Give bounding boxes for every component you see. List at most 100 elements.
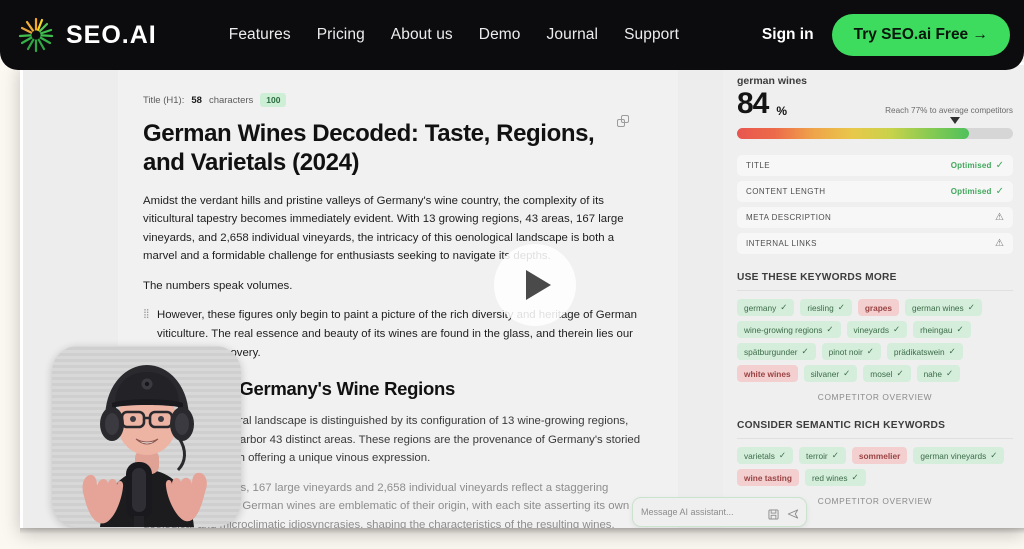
check-icon: ✓ [837, 302, 845, 312]
checklist-row-content-length[interactable]: CONTENT LENGTH Optimised ✓ [737, 181, 1013, 202]
checklist-status: ⚠ [995, 212, 1004, 223]
keyword-tag-label: german vineyards [920, 450, 987, 461]
checklist-status-text: Optimised [950, 161, 992, 170]
frame-bottom-shadow [20, 528, 1024, 534]
keyword-tag[interactable]: rheingau ✓ [913, 321, 971, 338]
semantic-keywords-heading: CONSIDER SEMANTIC RICH KEYWORDS [737, 420, 1013, 439]
keywords-more-tags: germany ✓ riesling ✓ grapes german wines ✓ … [737, 299, 1013, 382]
keyword-tag-label: spätburgunder [744, 346, 798, 357]
check-icon: ✓ [778, 450, 787, 460]
keyword-tag[interactable]: varietals ✓ [737, 447, 794, 464]
nav-link-pricing[interactable]: Pricing [317, 26, 365, 44]
keyword-tag[interactable]: pinot noir ✓ [821, 343, 881, 360]
keyword-tag-label: red wines [811, 472, 848, 483]
document-h1[interactable]: German Wines Decoded: Taste, Regions, an… [143, 119, 613, 178]
presenter-avatar [82, 364, 207, 527]
seo-score: 84 [737, 87, 769, 120]
drag-handle-icon[interactable]: ⣿ [143, 309, 150, 318]
nav-right: Sign in Try SEO.ai Free → [762, 14, 1010, 56]
keyword-tag-label: wine-growing regions [744, 324, 823, 335]
checklist-label: INTERNAL LINKS [746, 239, 817, 248]
chat-icons [768, 507, 799, 520]
keyword-tag-label: terroir [806, 450, 828, 461]
title-score-badge: 100 [260, 93, 287, 107]
checklist-label: TITLE [746, 161, 771, 170]
keyword-tag[interactable]: vineyards ✓ [846, 321, 908, 338]
keyword-tag-label: grapes [864, 302, 893, 313]
page-root: SEO.AI Features Pricing About us Demo Jo… [0, 0, 1024, 549]
check-icon: ✓ [956, 324, 964, 334]
score-bar [737, 117, 1013, 141]
send-icon[interactable] [787, 507, 799, 519]
keyword-tag-label: rheingau [920, 324, 953, 335]
keyword-tag[interactable]: wine tasting [737, 469, 799, 486]
keyword-tag[interactable]: red wines ✓ [804, 469, 866, 486]
check-icon: ✓ [995, 185, 1004, 197]
keyword-tag[interactable]: white wines [737, 365, 798, 382]
semantic-keywords-tags: varietals ✓ terroir ✓ sommelier german vin… [737, 447, 1013, 486]
keyword-tag-label: sommelier [858, 450, 901, 461]
seo-checklist: TITLE Optimised ✓ CONTENT LENGTH Optimis… [737, 155, 1013, 254]
keyword-tag[interactable]: riesling ✓ [800, 299, 852, 316]
title-meta: Title (H1): 58 characters 100 [143, 93, 653, 107]
check-icon: ✓ [826, 324, 834, 334]
check-icon: ✓ [896, 368, 904, 378]
check-icon: ✓ [946, 368, 954, 378]
save-icon[interactable] [768, 507, 779, 520]
keyword-tag[interactable]: grapes [857, 299, 900, 316]
ai-assistant-input[interactable]: Message AI assistant... [632, 497, 807, 527]
checklist-status: ⚠ [995, 237, 1004, 249]
keyword-tag[interactable]: prädikatswein ✓ [886, 343, 963, 360]
check-icon: ✓ [990, 450, 998, 460]
checklist-row-title[interactable]: TITLE Optimised ✓ [737, 155, 1013, 176]
score-row: 84 % Reach 77% to average competitors [737, 89, 1013, 119]
product-demo-frame: Title (H1): 58 characters 100 German Win… [20, 62, 1024, 528]
sign-in-link[interactable]: Sign in [762, 26, 814, 44]
check-icon: ✓ [948, 346, 956, 356]
check-icon: ✓ [831, 450, 839, 460]
check-icon: ✓ [780, 302, 788, 312]
keyword-tag-label: germany [744, 302, 777, 313]
radial-burst-icon [16, 15, 56, 55]
play-icon[interactable] [494, 244, 576, 326]
keyword-tag-label: prädikatswein [893, 346, 945, 357]
competitor-overview-link[interactable]: COMPETITOR OVERVIEW [737, 392, 1013, 402]
keyword-tag[interactable]: sommelier [851, 447, 908, 464]
keywords-more-heading: USE THESE KEYWORDS MORE [737, 272, 1013, 291]
keyword-tag-label: nahe [923, 368, 943, 379]
check-icon: ✓ [851, 472, 859, 482]
keyword-tag-label: german wines [912, 302, 964, 313]
checklist-label: META DESCRIPTION [746, 213, 832, 222]
keyword-tag[interactable]: wine-growing regions ✓ [737, 321, 841, 338]
keyword-tag[interactable]: german wines ✓ [905, 299, 982, 316]
keyword-tag[interactable]: germany ✓ [737, 299, 795, 316]
checklist-row-meta-description[interactable]: META DESCRIPTION ⚠ [737, 207, 1013, 228]
nav-link-about-us[interactable]: About us [391, 26, 453, 44]
warning-icon: ⚠ [995, 237, 1004, 249]
keyword-tag[interactable]: terroir ✓ [799, 447, 846, 464]
nav-link-journal[interactable]: Journal [547, 26, 599, 44]
logo-text: SEO.AI [66, 20, 157, 49]
keyword-tag[interactable]: spätburgunder ✓ [737, 343, 816, 360]
keyword-tag-label: mosel [870, 368, 893, 379]
nav-link-support[interactable]: Support [624, 26, 679, 44]
keyword-tag[interactable]: german vineyards ✓ [913, 447, 1005, 464]
keyword-tag[interactable]: mosel ✓ [863, 365, 911, 382]
keyword-tag[interactable]: nahe ✓ [916, 365, 961, 382]
keyword-tag[interactable]: silvaner ✓ [803, 365, 858, 382]
checklist-row-internal-links[interactable]: INTERNAL LINKS ⚠ [737, 233, 1013, 254]
logo[interactable]: SEO.AI [16, 15, 157, 55]
nav-link-features[interactable]: Features [229, 26, 291, 44]
checklist-status: Optimised ✓ [950, 159, 1004, 171]
try-free-button[interactable]: Try SEO.ai Free → [831, 14, 1010, 56]
presenter-webcam-overlay [52, 346, 241, 527]
check-icon: ✓ [995, 159, 1004, 171]
document-paragraph[interactable]: Amidst the verdant hills and pristine va… [143, 192, 641, 266]
target-keyword: german wines [737, 75, 808, 87]
checklist-label: CONTENT LENGTH [746, 187, 826, 196]
nav-link-demo[interactable]: Demo [479, 26, 521, 44]
keyword-tag-label: riesling [807, 302, 834, 313]
title-char-count: 58 [191, 94, 202, 106]
check-icon: ✓ [893, 324, 901, 334]
reach-note: Reach 77% to average competitors [885, 106, 1013, 115]
